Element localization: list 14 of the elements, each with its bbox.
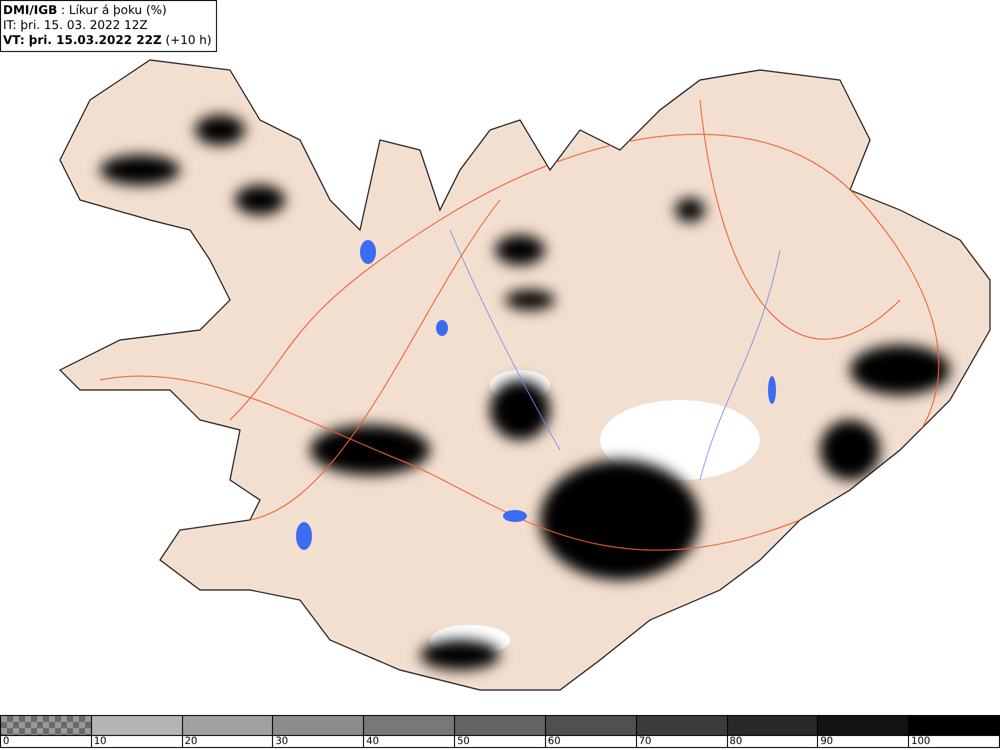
issue-time: IT: þri. 15. 03. 2022 12Z bbox=[3, 18, 149, 33]
legend-label: 50 bbox=[456, 736, 470, 747]
legend-label: 70 bbox=[638, 736, 652, 747]
legend-label: 10 bbox=[92, 736, 107, 747]
legend-label: 20 bbox=[184, 736, 198, 747]
valid-time: VT: þri. 15.03.2022 22Z (+10 h) bbox=[3, 33, 212, 48]
legend-label: 90 bbox=[819, 736, 834, 747]
map-title: DMI/IGB : Líkur á þoku (%) bbox=[3, 3, 168, 18]
legend-label: 40 bbox=[365, 736, 379, 747]
legend-label: 30 bbox=[274, 736, 288, 747]
legend-label: 80 bbox=[728, 736, 742, 747]
legend-label: 60 bbox=[546, 736, 561, 747]
legend-label: 100 bbox=[910, 736, 930, 747]
legend-label: 0 bbox=[2, 736, 10, 747]
